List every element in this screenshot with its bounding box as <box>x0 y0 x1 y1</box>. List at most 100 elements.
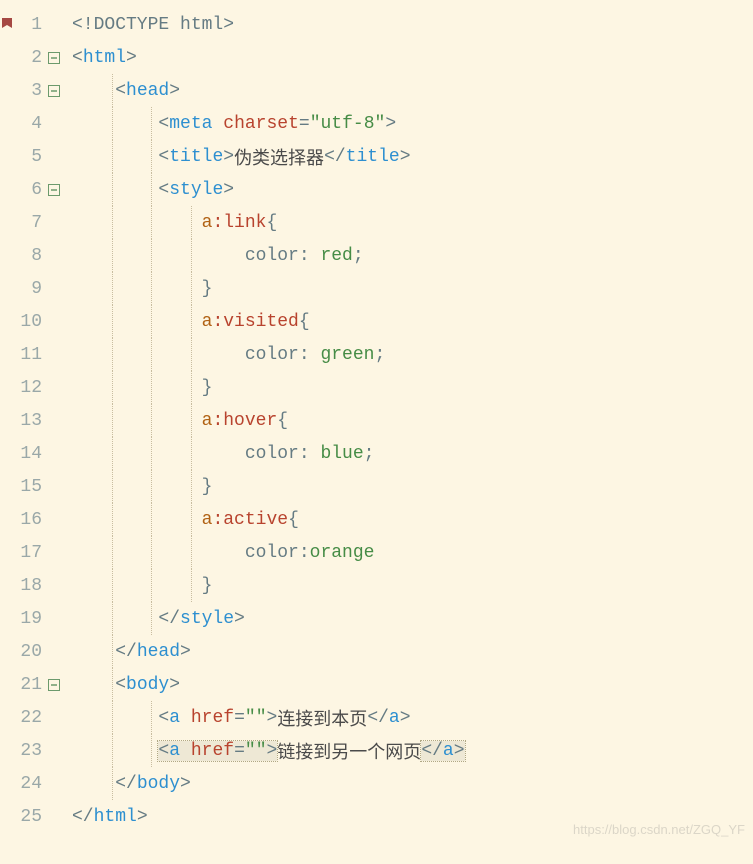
line-number: 9 <box>14 279 44 299</box>
token-sp <box>72 543 245 563</box>
code-line[interactable]: } <box>72 569 745 602</box>
code-line[interactable]: color: green; <box>72 338 745 371</box>
code-line[interactable]: } <box>72 272 745 305</box>
code-line[interactable]: <!DOCTYPE html> <box>72 8 745 41</box>
gutter-row: 23 <box>0 734 64 767</box>
code-line[interactable]: a:visited{ <box>72 305 745 338</box>
gutter-row: 15 <box>0 470 64 503</box>
token-attr: href <box>191 708 234 728</box>
token-val: red <box>320 246 352 266</box>
token-punc: > <box>126 48 137 68</box>
token-tag: a <box>389 708 400 728</box>
token-punc: : <box>299 246 321 266</box>
code-line[interactable]: <a href="">链接到另一个网页</a> <box>72 734 745 767</box>
line-number: 17 <box>14 543 44 563</box>
token-sp <box>72 345 245 365</box>
gutter-row: 20 <box>0 635 64 668</box>
code-line[interactable]: <title>伪类选择器</title> <box>72 140 745 173</box>
token-punc: < <box>72 48 83 68</box>
token-sel: a <box>202 510 213 530</box>
code-line[interactable]: } <box>72 371 745 404</box>
token-punc: < <box>158 114 169 134</box>
code-line[interactable]: </style> <box>72 602 745 635</box>
gutter-row: 18 <box>0 569 64 602</box>
token-text <box>180 708 191 728</box>
token-punc: > <box>234 609 245 629</box>
gutter: 1234567891011121314151617181920212223242… <box>0 0 68 841</box>
code-line[interactable]: </head> <box>72 635 745 668</box>
fold-icon[interactable] <box>44 52 64 64</box>
token-pseudo: :link <box>212 213 266 233</box>
gutter-row: 5 <box>0 140 64 173</box>
code-line[interactable]: <head> <box>72 74 745 107</box>
token-sel: a <box>202 411 213 431</box>
token-kw: <!DOCTYPE html> <box>72 15 234 35</box>
token-punc: < <box>158 708 169 728</box>
token-punc: > <box>137 807 148 827</box>
fold-icon[interactable] <box>44 184 64 196</box>
line-number: 11 <box>14 345 44 365</box>
token-sp <box>72 81 115 101</box>
code-line[interactable]: a:active{ <box>72 503 745 536</box>
token-punc: < <box>115 81 126 101</box>
token-tag: body <box>137 774 180 794</box>
fold-icon[interactable] <box>44 679 64 691</box>
token-punc: } <box>202 279 213 299</box>
line-number: 25 <box>14 807 44 827</box>
token-tag: style <box>169 180 223 200</box>
token-tag: a <box>169 741 180 761</box>
code-line[interactable]: } <box>72 470 745 503</box>
token-sp <box>72 642 115 662</box>
code-line[interactable]: </body> <box>72 767 745 800</box>
gutter-row: 8 <box>0 239 64 272</box>
gutter-row: 21 <box>0 668 64 701</box>
gutter-row: 4 <box>0 107 64 140</box>
token-str: "" <box>245 708 267 728</box>
token-sp <box>72 180 158 200</box>
token-prop: color <box>245 543 299 563</box>
token-punc: : <box>299 543 310 563</box>
token-tag: style <box>180 609 234 629</box>
code-line[interactable]: a:hover{ <box>72 404 745 437</box>
gutter-row: 13 <box>0 404 64 437</box>
line-number: 19 <box>14 609 44 629</box>
token-pseudo: :active <box>212 510 288 530</box>
line-number: 10 <box>14 312 44 332</box>
token-tag: meta <box>169 114 212 134</box>
line-number: 16 <box>14 510 44 530</box>
token-sp <box>72 510 202 530</box>
code-line[interactable]: color: red; <box>72 239 745 272</box>
line-number: 7 <box>14 213 44 233</box>
token-prop: color <box>245 246 299 266</box>
token-sp <box>72 279 202 299</box>
line-number: 22 <box>14 708 44 728</box>
line-number: 2 <box>14 48 44 68</box>
token-sp <box>72 774 115 794</box>
code-line[interactable]: <html> <box>72 41 745 74</box>
gutter-row: 3 <box>0 74 64 107</box>
token-val: blue <box>320 444 363 464</box>
token-str: "" <box>245 741 267 761</box>
token-punc: > <box>180 642 191 662</box>
gutter-row: 11 <box>0 338 64 371</box>
code-line[interactable]: a:link{ <box>72 206 745 239</box>
gutter-row: 17 <box>0 536 64 569</box>
token-punc: > <box>180 774 191 794</box>
code-line[interactable]: color: blue; <box>72 437 745 470</box>
line-number: 14 <box>14 444 44 464</box>
code-line[interactable]: <meta charset="utf-8"> <box>72 107 745 140</box>
token-sp <box>72 576 202 596</box>
gutter-row: 12 <box>0 371 64 404</box>
gutter-row: 1 <box>0 8 64 41</box>
token-punc: { <box>299 312 310 332</box>
code-line[interactable]: color:orange <box>72 536 745 569</box>
code-line[interactable]: <body> <box>72 668 745 701</box>
code-line[interactable]: <style> <box>72 173 745 206</box>
token-punc: = <box>299 114 310 134</box>
token-str: "utf-8" <box>310 114 386 134</box>
line-number: 6 <box>14 180 44 200</box>
token-punc: </ <box>367 708 389 728</box>
code-line[interactable]: <a href="">连接到本页</a> <box>72 701 745 734</box>
token-sp <box>72 312 202 332</box>
fold-icon[interactable] <box>44 85 64 97</box>
